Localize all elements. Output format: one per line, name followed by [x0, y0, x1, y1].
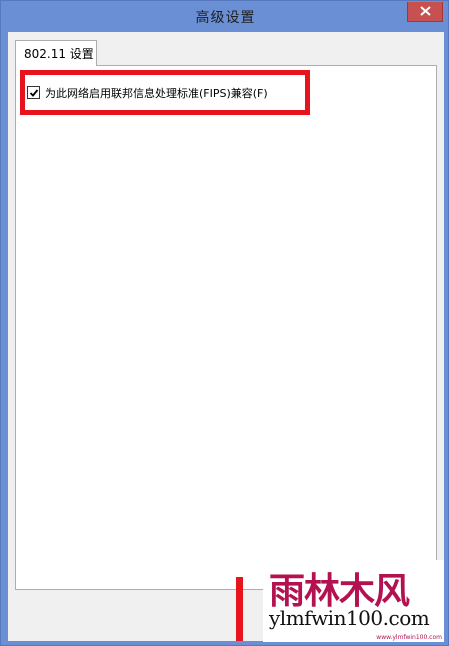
- close-icon: [420, 6, 431, 16]
- tab-802-11-settings[interactable]: 802.11 设置: [15, 40, 97, 66]
- watermark-small-text: www.ylmfwin100.com: [376, 634, 442, 641]
- window-title: 高级设置: [195, 10, 256, 26]
- red-highlight-box-partial: [236, 577, 243, 641]
- watermark-url: ylmfwin100.com: [269, 606, 430, 630]
- red-highlight-box: [20, 70, 310, 115]
- close-button[interactable]: [407, 2, 443, 22]
- watermark-logo: 雨林木风 ylmfwin100.com www.ylmfwin100.com: [263, 560, 444, 642]
- client-area: 802.11 设置 为此网络启用联邦信息处理标准(FIPS)兼容(F): [8, 32, 444, 641]
- tab-label: 802.11 设置: [24, 47, 94, 61]
- tab-panel: 为此网络启用联邦信息处理标准(FIPS)兼容(F): [15, 65, 437, 590]
- title-bar[interactable]: 高级设置: [1, 1, 449, 32]
